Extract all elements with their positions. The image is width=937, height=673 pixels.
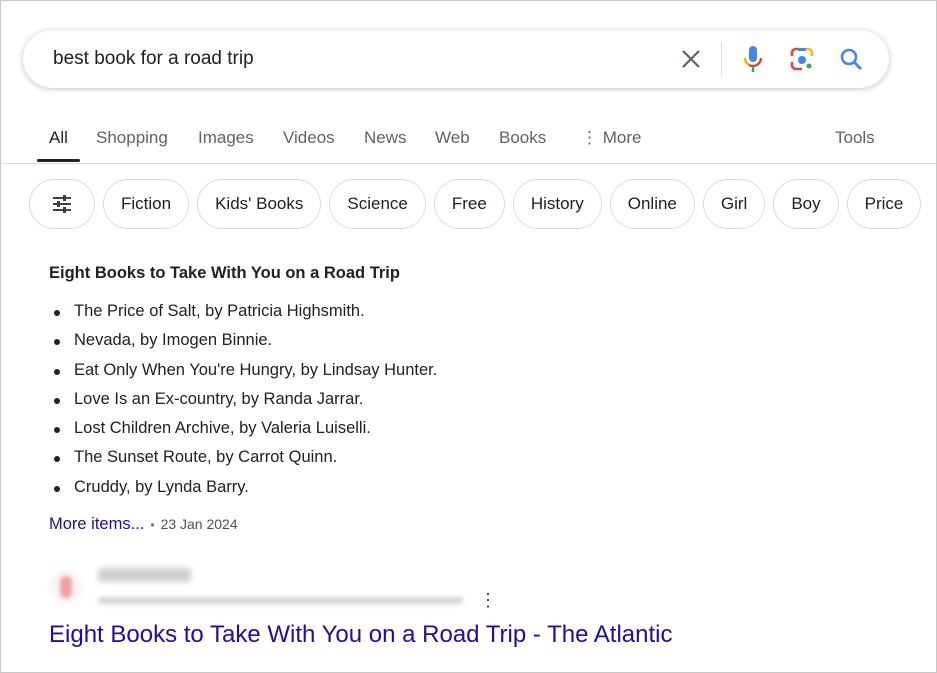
chip-fiction[interactable]: Fiction bbox=[103, 179, 190, 229]
tab-videos[interactable]: Videos bbox=[283, 128, 335, 148]
lens-icon[interactable] bbox=[787, 44, 817, 74]
more-options-icon[interactable]: ⋮ bbox=[479, 591, 497, 609]
tools-button[interactable]: Tools bbox=[835, 128, 875, 148]
chip-boy[interactable]: Boy bbox=[773, 179, 839, 229]
filter-settings-chip[interactable] bbox=[29, 179, 95, 229]
list-item: Eat Only When You're Hungry, by Lindsay … bbox=[53, 361, 437, 390]
search-icon[interactable] bbox=[836, 44, 866, 74]
tab-shopping[interactable]: Shopping bbox=[96, 128, 168, 148]
list-item: Love Is an Ex-country, by Randa Jarrar. bbox=[53, 390, 437, 419]
search-input[interactable]: best book for a road trip bbox=[53, 48, 254, 70]
chip-online[interactable]: Online bbox=[609, 179, 695, 229]
chip-girl[interactable]: Girl bbox=[702, 179, 766, 229]
site-url-blurred bbox=[98, 597, 463, 604]
more-items-link[interactable]: More items... bbox=[49, 515, 144, 533]
list-item: The Price of Salt, by Patricia Highsmith… bbox=[53, 302, 437, 331]
tab-books[interactable]: Books bbox=[499, 128, 546, 148]
snippet-date: 23 Jan 2024 bbox=[160, 516, 238, 532]
tab-web[interactable]: Web bbox=[435, 128, 470, 148]
snippet-heading: Eight Books to Take With You on a Road T… bbox=[49, 264, 400, 282]
close-icon[interactable] bbox=[676, 44, 706, 74]
list-item: Lost Children Archive, by Valeria Luisel… bbox=[53, 419, 437, 448]
tab-more-label: More bbox=[602, 128, 642, 147]
list-item: Nevada, by Imogen Binnie. bbox=[53, 331, 437, 360]
more-vert-icon: ⋮ bbox=[581, 128, 603, 147]
chip-science[interactable]: Science bbox=[329, 179, 426, 229]
chip-free[interactable]: Free bbox=[433, 179, 505, 229]
mic-icon[interactable] bbox=[738, 44, 768, 74]
search-box[interactable]: best book for a road trip bbox=[23, 30, 889, 88]
tune-icon bbox=[53, 195, 71, 213]
snippet-footer: More items... • 23 Jan 2024 bbox=[49, 515, 238, 534]
tab-more[interactable]: ⋮ More bbox=[581, 128, 641, 148]
snippet-list: The Price of Salt, by Patricia Highsmith… bbox=[53, 302, 437, 507]
separator-dot: • bbox=[150, 518, 155, 532]
divider bbox=[721, 42, 722, 76]
search-tabs: All Shopping Images Videos News Web Book… bbox=[1, 126, 936, 164]
site-name-blurred bbox=[98, 568, 191, 582]
tab-all[interactable]: All bbox=[37, 128, 80, 162]
chip-kids-books[interactable]: Kids' Books bbox=[197, 179, 322, 229]
chip-price[interactable]: Price bbox=[846, 179, 922, 229]
tab-news[interactable]: News bbox=[364, 128, 407, 148]
list-item: The Sunset Route, by Carrot Quinn. bbox=[53, 448, 437, 477]
chip-history[interactable]: History bbox=[512, 179, 602, 229]
tab-images[interactable]: Images bbox=[198, 128, 254, 148]
list-item: Cruddy, by Lynda Barry. bbox=[53, 478, 437, 507]
filter-chips: Fiction Kids' Books Science Free History… bbox=[29, 179, 922, 229]
result-title-link[interactable]: Eight Books to Take With You on a Road T… bbox=[49, 621, 672, 649]
site-favicon bbox=[49, 570, 83, 604]
